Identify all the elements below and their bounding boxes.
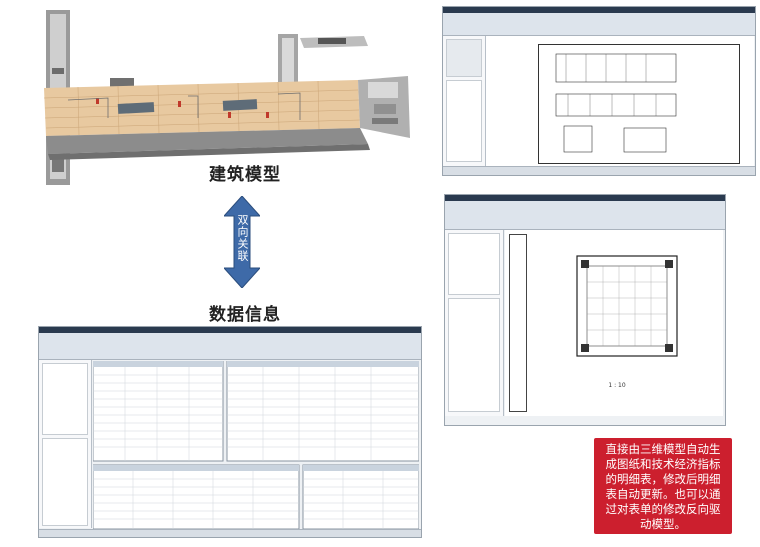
data-info-label: 数据信息 xyxy=(209,305,281,325)
plan-view-screenshot: 1 : 10 xyxy=(444,194,726,426)
drawing-sheet-screenshot xyxy=(442,6,756,176)
main-hall xyxy=(44,80,360,136)
description-note: 直接由三维模型自动生成图纸和技术经济指标的明细表，修改后明细表自动更新。也可以通… xyxy=(594,438,732,534)
properties-panel xyxy=(39,360,92,528)
scale-label: 1 : 10 xyxy=(608,382,626,389)
bidirectional-label: 双向关联 xyxy=(236,214,249,262)
status-bar xyxy=(39,529,421,537)
properties-panel xyxy=(443,36,486,166)
schedule-data-screenshot xyxy=(38,326,422,538)
drawing-canvas xyxy=(486,36,754,166)
status-bar xyxy=(443,166,755,175)
escalator-2 xyxy=(222,99,258,111)
plan-canvas: 1 : 10 xyxy=(505,230,723,416)
schedule-tables xyxy=(93,361,419,529)
escalator-1 xyxy=(117,102,155,114)
properties-panel xyxy=(445,230,504,416)
architecture-model-label: 建筑模型 xyxy=(209,165,281,185)
